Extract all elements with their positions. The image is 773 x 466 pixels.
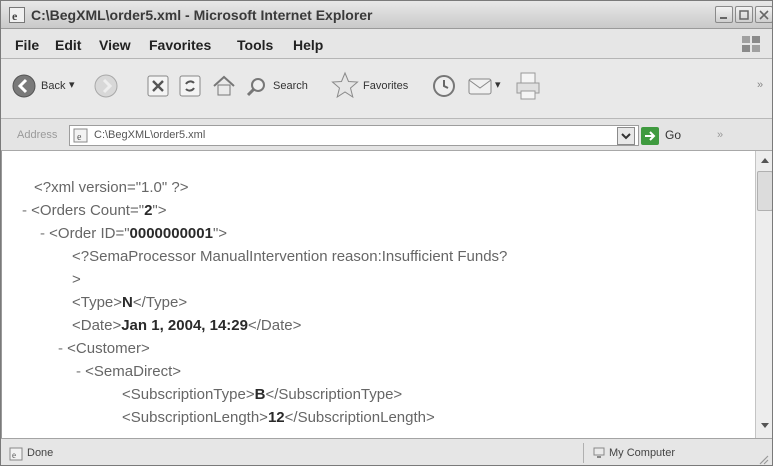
refresh-icon[interactable] <box>179 75 201 97</box>
xml-subscriptionlength-line: <SubscriptionLength>12</SubscriptionLeng… <box>122 409 435 426</box>
scroll-up-arrow-icon[interactable] <box>757 153 773 169</box>
minimize-button[interactable] <box>715 6 733 23</box>
scrollbar-thumb[interactable] <box>757 171 772 211</box>
back-button[interactable]: Back ▾ <box>11 69 77 103</box>
links-overflow[interactable]: » <box>717 129 723 141</box>
collapse-toggle[interactable]: - <box>40 225 45 242</box>
address-dropdown-button[interactable] <box>617 127 635 145</box>
back-dropdown-icon[interactable]: ▾ <box>69 78 75 91</box>
svg-text:e: e <box>12 9 18 23</box>
xml-subscriptiontype-line: <SubscriptionType>B</SubscriptionType> <box>122 386 403 403</box>
title-bar: e C:\BegXML\order5.xml - Microsoft Inter… <box>1 1 772 29</box>
favorites-star-icon <box>331 71 359 99</box>
xml-processing-instruction-line: <?SemaProcessor ManualIntervention reaso… <box>72 248 508 265</box>
svg-text:e: e <box>77 132 82 143</box>
menu-help[interactable]: Help <box>293 37 323 53</box>
maximize-button[interactable] <box>735 6 753 23</box>
menu-file[interactable]: File <box>15 37 39 53</box>
go-arrow-icon <box>641 127 659 145</box>
xml-date-line: <Date>Jan 1, 2004, 14:29</Date> <box>72 317 302 334</box>
xml-orders-line[interactable]: - <Orders Count="2"> <box>22 202 167 219</box>
menu-favorites[interactable]: Favorites <box>149 37 211 53</box>
mail-button[interactable]: ▾ <box>467 69 507 103</box>
print-icon[interactable] <box>515 71 541 101</box>
address-bar: Address e C:\BegXML\order5.xml Go » <box>1 119 772 151</box>
xml-pi-continuation-line: > <box>72 271 81 288</box>
browser-window: e C:\BegXML\order5.xml - Microsoft Inter… <box>0 0 773 466</box>
minimize-icon <box>720 17 727 19</box>
xml-page-icon: e <box>73 128 88 143</box>
address-label: Address <box>17 129 58 141</box>
maximize-icon <box>739 10 749 20</box>
go-button[interactable]: Go <box>641 126 689 146</box>
xml-order-line[interactable]: - <Order ID="0000000001"> <box>40 225 227 242</box>
back-icon <box>12 74 36 98</box>
scroll-down-arrow-icon[interactable] <box>757 417 773 433</box>
toolbar-overflow-icon[interactable]: » <box>757 79 763 91</box>
menu-bar: File Edit View Favorites Tools Help <box>1 29 772 59</box>
security-zone-text: My Computer <box>609 447 676 459</box>
menu-view[interactable]: View <box>99 37 131 53</box>
collapse-toggle[interactable]: - <box>76 363 81 380</box>
page-done-icon: e <box>9 447 23 461</box>
my-computer-icon <box>593 447 605 458</box>
xml-customer-line[interactable]: - <Customer> <box>58 340 150 357</box>
close-icon <box>759 10 769 20</box>
address-value: C:\BegXML\order5.xml <box>94 129 206 141</box>
xml-type-line: <Type>N</Type> <box>72 294 188 311</box>
search-button[interactable]: Search <box>245 69 325 103</box>
toolbar: Back ▾ Search Favorites ▾ » <box>1 59 772 119</box>
status-text: Done <box>27 447 54 459</box>
history-icon[interactable] <box>431 73 457 99</box>
forward-icon[interactable] <box>93 73 119 99</box>
go-label: Go <box>665 128 682 142</box>
menu-tools[interactable]: Tools <box>237 37 273 53</box>
mail-dropdown-icon[interactable]: ▾ <box>495 78 501 91</box>
search-icon <box>246 78 265 97</box>
resize-grip-icon[interactable] <box>757 453 769 465</box>
search-label: Search <box>273 80 308 92</box>
collapse-toggle[interactable]: - <box>22 202 27 219</box>
collapse-toggle[interactable]: - <box>58 340 63 357</box>
stop-icon[interactable] <box>147 75 169 97</box>
home-icon[interactable] <box>211 73 237 99</box>
chevron-down-icon <box>621 133 631 140</box>
favorites-label: Favorites <box>363 80 409 92</box>
window-title: C:\BegXML\order5.xml - Microsoft Interne… <box>31 7 373 23</box>
xml-declaration-line: <?xml version="1.0" ?> <box>34 179 189 196</box>
status-bar: e Done My Computer <box>1 438 772 465</box>
menu-edit[interactable]: Edit <box>55 37 81 53</box>
xml-document-view: <?xml version="1.0" ?> - <Orders Count="… <box>1 151 755 438</box>
windows-logo-icon <box>742 36 760 52</box>
status-divider <box>583 443 584 463</box>
mail-icon <box>468 78 492 95</box>
ie-logo-icon: e <box>9 7 25 23</box>
svg-text:e: e <box>12 450 16 460</box>
vertical-scrollbar[interactable] <box>755 151 773 438</box>
address-input[interactable]: e C:\BegXML\order5.xml <box>69 125 639 146</box>
close-button[interactable] <box>755 6 772 23</box>
favorites-button[interactable]: Favorites <box>331 69 427 103</box>
back-label: Back <box>41 80 66 92</box>
xml-semadirect-line[interactable]: - <SemaDirect> <box>76 363 181 380</box>
